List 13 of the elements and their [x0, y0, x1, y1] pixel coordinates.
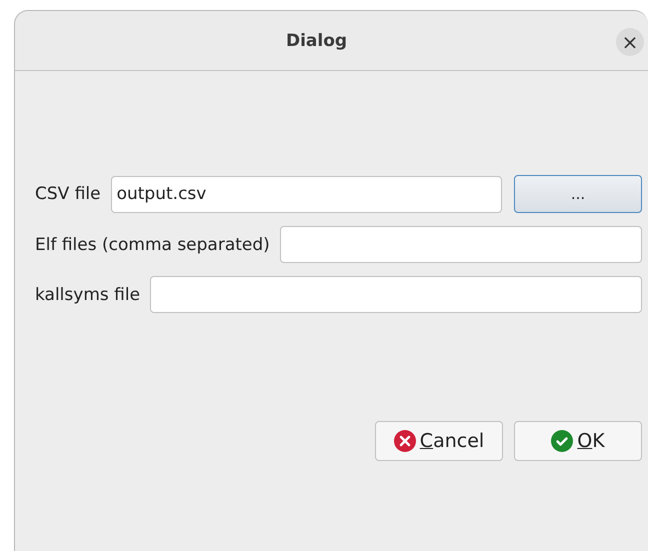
browse-button[interactable]: ... [514, 175, 642, 213]
input-field[interactable] [150, 276, 642, 313]
close-button[interactable]: × [616, 28, 644, 56]
input-field[interactable]: output.csv [110, 176, 502, 212]
close-icon [394, 430, 416, 452]
check-icon [551, 430, 574, 452]
field-label: kallsyms file [35, 284, 140, 304]
input-field[interactable] [280, 226, 642, 263]
ok-button[interactable]: OK [514, 421, 642, 461]
cancel-button[interactable]: Cancel [375, 421, 503, 461]
field-label: CSV file [35, 184, 101, 204]
window-title: Dialog [286, 30, 348, 50]
field-label: Elf files (comma separated) [35, 234, 270, 254]
